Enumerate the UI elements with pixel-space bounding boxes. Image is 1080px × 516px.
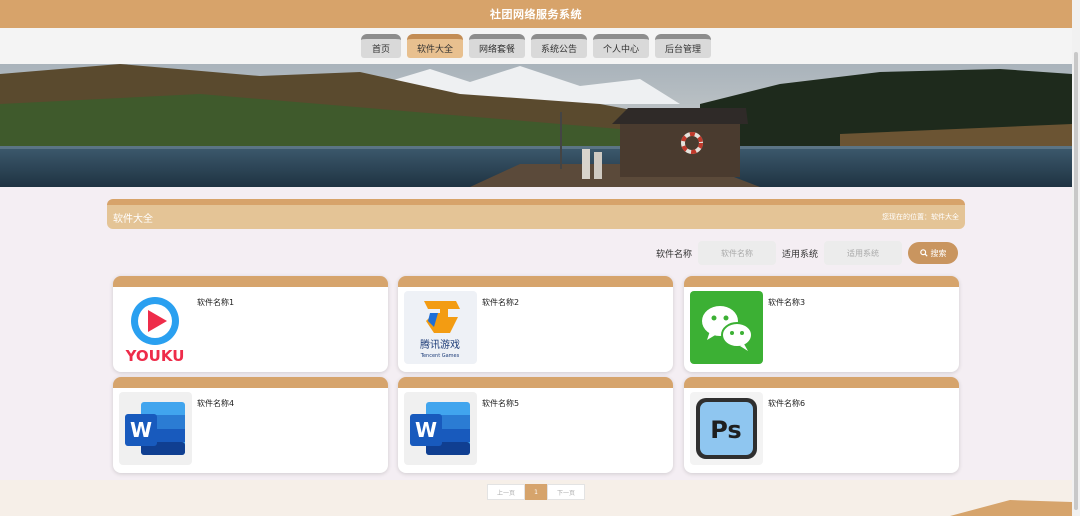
lake-landscape-image bbox=[0, 64, 1072, 187]
word-icon: W bbox=[404, 392, 477, 465]
software-name[interactable]: 软件名称6 bbox=[768, 398, 805, 409]
current-page[interactable]: 1 bbox=[525, 484, 547, 500]
search-button-label: 搜索 bbox=[930, 248, 947, 258]
main-nav: 首页 软件大全 网络套餐 系统公告 个人中心 后台管理 bbox=[0, 28, 1072, 64]
pagination: 上一页 1 下一页 bbox=[487, 484, 585, 500]
search-icon bbox=[919, 249, 928, 257]
software-name[interactable]: 软件名称1 bbox=[197, 297, 234, 308]
breadcrumb: 您现在的位置：软件大全 bbox=[882, 213, 959, 221]
software-name-input[interactable] bbox=[698, 241, 777, 265]
software-card[interactable]: W 软件名称4 bbox=[113, 377, 388, 473]
youku-wordmark: YOUKU bbox=[125, 347, 185, 364]
tencent-games-icon: 腾讯游戏 Tencent Games bbox=[404, 291, 477, 364]
tab-home[interactable]: 首页 bbox=[360, 34, 401, 58]
tab-admin[interactable]: 后台管理 bbox=[655, 34, 712, 58]
section-header: 软件大全 您现在的位置：软件大全 bbox=[107, 199, 965, 229]
software-card[interactable]: 软件名称3 bbox=[684, 276, 959, 372]
software-name-label: 软件名称 bbox=[656, 249, 693, 260]
software-card[interactable]: YOUKU 软件名称1 bbox=[113, 276, 388, 372]
scrollbar-thumb[interactable] bbox=[1074, 52, 1078, 510]
system-input[interactable] bbox=[824, 241, 903, 265]
software-card[interactable]: Ps 软件名称6 bbox=[684, 377, 959, 473]
software-name[interactable]: 软件名称5 bbox=[482, 398, 519, 409]
ps-letters: Ps bbox=[710, 416, 741, 444]
tencent-wordmark-en: Tencent Games bbox=[420, 353, 460, 359]
word-letter: W bbox=[130, 418, 152, 442]
section-title: 软件大全 bbox=[113, 213, 153, 225]
hero-banner bbox=[0, 64, 1072, 187]
software-name[interactable]: 软件名称4 bbox=[197, 398, 234, 409]
wechat-icon bbox=[690, 291, 763, 364]
software-card[interactable]: W 软件名称5 bbox=[398, 377, 673, 473]
software-name[interactable]: 软件名称2 bbox=[482, 297, 519, 308]
youku-icon: YOUKU bbox=[119, 291, 192, 364]
tab-software[interactable]: 软件大全 bbox=[406, 34, 463, 58]
software-name[interactable]: 软件名称3 bbox=[768, 297, 805, 308]
search-button[interactable]: 搜索 bbox=[908, 242, 959, 264]
tencent-wordmark: 腾讯游戏 bbox=[420, 338, 460, 351]
word-letter: W bbox=[415, 418, 437, 442]
next-page-button[interactable]: 下一页 bbox=[547, 484, 585, 500]
top-header: 社团网络服务系统 bbox=[0, 0, 1072, 28]
tab-network-packages[interactable]: 网络套餐 bbox=[468, 34, 525, 58]
software-card[interactable]: 腾讯游戏 Tencent Games 软件名称2 bbox=[398, 276, 673, 372]
site-title: 社团网络服务系统 bbox=[490, 8, 582, 21]
tab-personal-center[interactable]: 个人中心 bbox=[593, 34, 650, 58]
search-bar: 软件名称 适用系统 搜索 bbox=[656, 241, 959, 265]
prev-page-button[interactable]: 上一页 bbox=[487, 484, 525, 500]
word-icon: W bbox=[119, 392, 192, 465]
photoshop-icon: Ps bbox=[690, 392, 763, 465]
tab-announcements[interactable]: 系统公告 bbox=[530, 34, 587, 58]
vertical-scrollbar[interactable] bbox=[1072, 0, 1080, 516]
system-label: 适用系统 bbox=[782, 249, 819, 260]
